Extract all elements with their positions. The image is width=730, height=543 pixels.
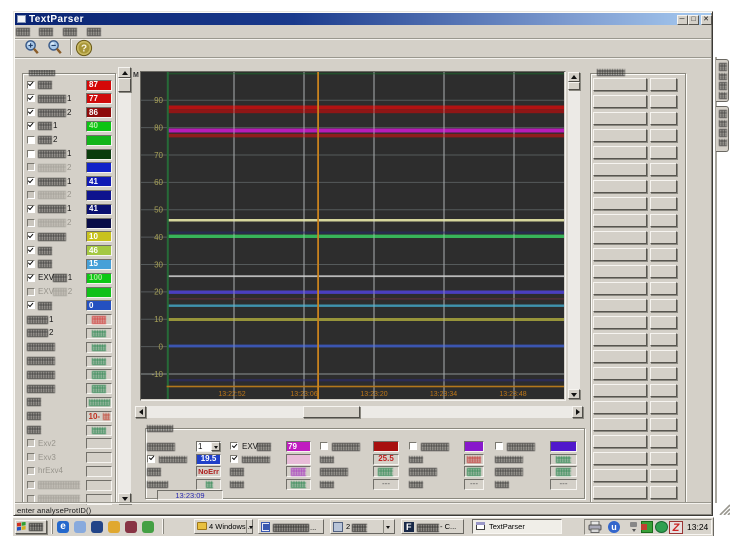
svg-text:?: ? [81, 44, 87, 55]
svg-text:-10: -10 [151, 370, 163, 379]
svg-text:13:22:52: 13:22:52 [218, 391, 245, 398]
svg-text:40: 40 [154, 233, 163, 242]
svg-text:13:23:48: 13:23:48 [499, 391, 526, 398]
svg-text:70: 70 [154, 151, 163, 160]
svg-text:90: 90 [154, 96, 163, 105]
svg-text:0: 0 [159, 342, 164, 351]
svg-text:20: 20 [154, 288, 163, 297]
svg-text:30: 30 [154, 260, 163, 269]
svg-text:10: 10 [154, 315, 163, 324]
svg-text:50: 50 [154, 206, 163, 215]
svg-text:60: 60 [154, 178, 163, 187]
svg-text:13:23:06: 13:23:06 [290, 391, 317, 398]
svg-text:13:23:20: 13:23:20 [360, 391, 387, 398]
svg-text:80: 80 [154, 123, 163, 132]
svg-text:13:23:34: 13:23:34 [430, 391, 457, 398]
